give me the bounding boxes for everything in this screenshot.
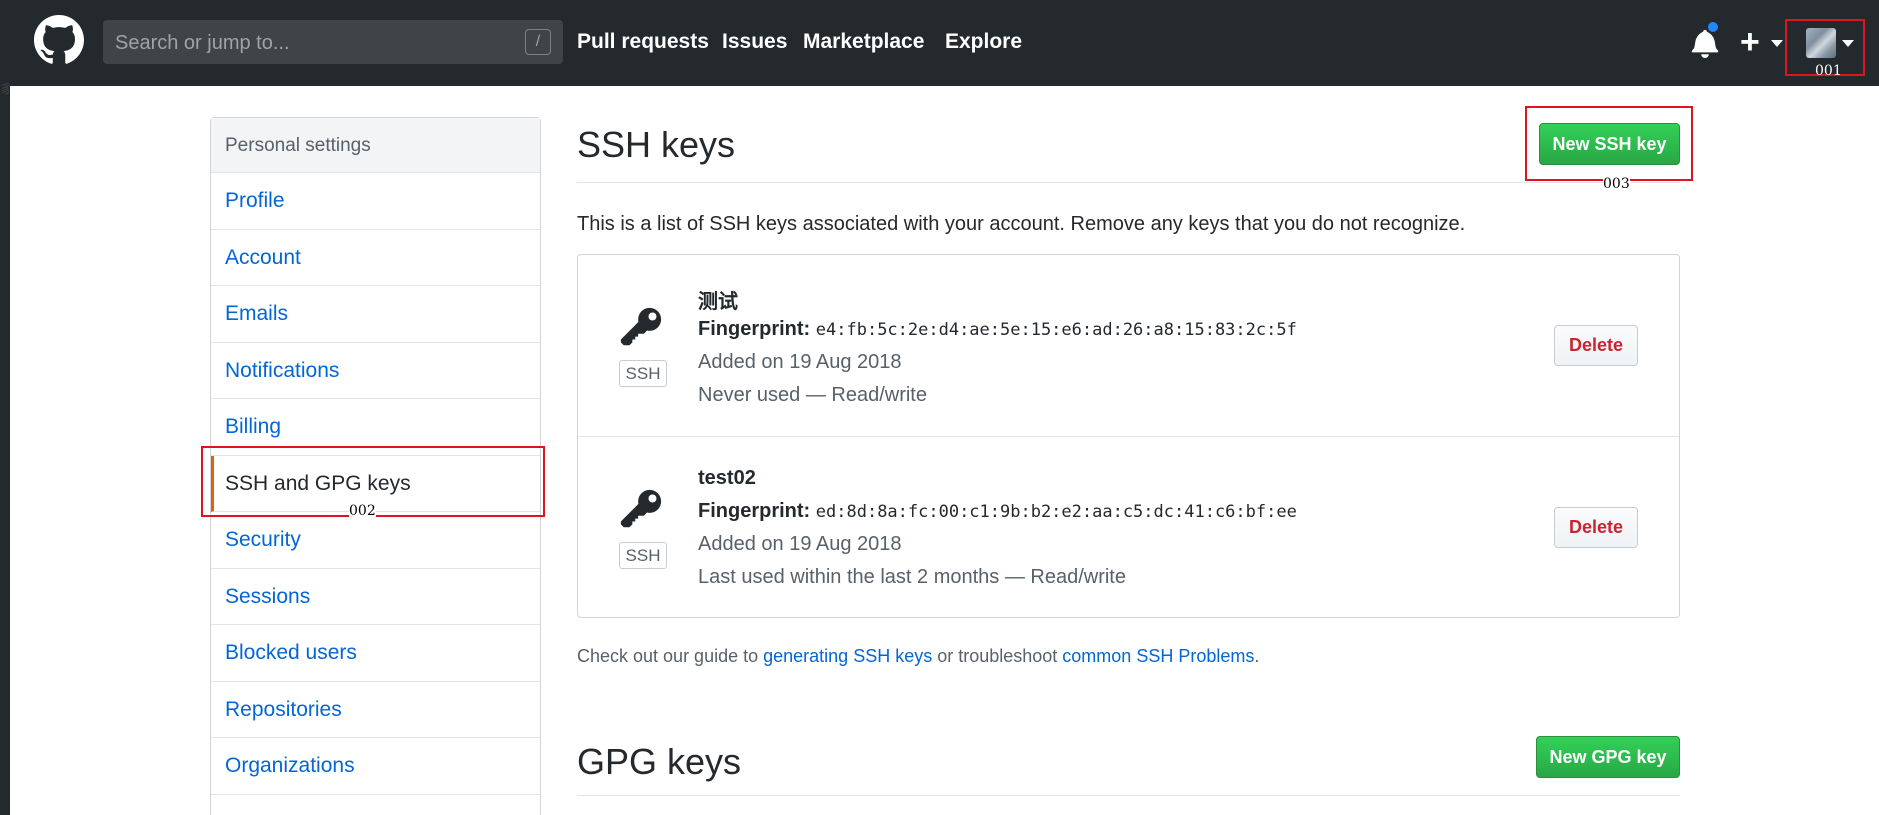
plus-icon[interactable]: + xyxy=(1740,22,1760,62)
sidebar-item-organizations[interactable]: Organizations xyxy=(211,738,540,795)
fingerprint-line: Fingerprint: e4:fb:5c:2e:d4:ae:5e:15:e6:… xyxy=(698,318,1297,341)
generating-ssh-keys-link[interactable]: generating SSH keys xyxy=(763,646,932,666)
ssh-key-title: test02 xyxy=(698,467,756,489)
fingerprint-value: ed:8d:8a:fc:00:c1:9b:b2:e2:aa:c5:dc:41:c… xyxy=(815,502,1297,522)
sidebar-item-notifications[interactable]: Notifications xyxy=(211,343,540,399)
gpg-keys-title: GPG keys xyxy=(577,741,742,782)
ssh-key-usage: Never used — Read/write xyxy=(698,384,927,406)
search-input[interactable]: Search or jump to... / xyxy=(103,20,563,64)
guide-prefix: Check out our guide to xyxy=(577,646,764,666)
top-header: Search or jump to... / Pull requests Iss… xyxy=(10,0,1879,86)
ssh-badge: SSH xyxy=(619,360,667,387)
delete-key-button[interactable]: Delete xyxy=(1554,507,1638,548)
delete-key-button[interactable]: Delete xyxy=(1554,325,1638,366)
nav-issues[interactable]: Issues xyxy=(722,30,787,54)
common-ssh-problems-link[interactable]: common SSH Problems xyxy=(1062,646,1254,666)
ssh-keys-title: SSH keys xyxy=(577,124,736,165)
nav-pull-requests[interactable]: Pull requests xyxy=(577,30,709,54)
key-icon xyxy=(620,489,662,528)
fingerprint-value: e4:fb:5c:2e:d4:ae:5e:15:e6:ad:26:a8:15:8… xyxy=(815,320,1297,340)
ssh-guide-text: Check out our guide to generating SSH ke… xyxy=(577,646,1259,667)
sidebar-item-security[interactable]: Security xyxy=(211,512,540,569)
ssh-key-row: SSH test02 Fingerprint: ed:8d:8a:fc:00:c… xyxy=(578,436,1679,617)
fingerprint-label: Fingerprint: xyxy=(698,318,811,340)
search-placeholder: Search or jump to... xyxy=(115,32,290,54)
nav-explore[interactable]: Explore xyxy=(945,30,1022,54)
sidebar-item-sessions[interactable]: Sessions xyxy=(211,569,540,625)
sidebar-item-profile[interactable]: Profile xyxy=(211,173,540,230)
sidebar-item-blocked-users[interactable]: Blocked users xyxy=(211,625,540,682)
ssh-title-divider xyxy=(577,182,1680,183)
left-window-edge xyxy=(0,0,10,815)
ssh-intro-text: This is a list of SSH keys associated wi… xyxy=(577,213,1466,235)
sidebar-item-emails[interactable]: Emails xyxy=(211,286,540,343)
annotation-box-003 xyxy=(1525,106,1693,181)
annotation-label-001: 001 xyxy=(1815,63,1842,79)
github-logo-icon[interactable] xyxy=(34,15,84,65)
guide-middle: or troubleshoot xyxy=(932,646,1063,666)
key-icon xyxy=(620,307,662,346)
chevron-down-icon[interactable] xyxy=(1771,40,1783,47)
sidebar-item-account[interactable]: Account xyxy=(211,230,540,286)
new-gpg-key-button[interactable]: New GPG key xyxy=(1536,736,1680,778)
nav-marketplace[interactable]: Marketplace xyxy=(803,30,924,54)
annotation-label-003: 003 xyxy=(1603,176,1630,192)
ssh-keys-list: SSH 测试 Fingerprint: e4:fb:5c:2e:d4:ae:5e… xyxy=(577,254,1680,618)
sidebar-heading: Personal settings xyxy=(211,118,540,173)
fingerprint-line: Fingerprint: ed:8d:8a:fc:00:c1:9b:b2:e2:… xyxy=(698,500,1297,523)
sidebar-item-repositories[interactable]: Repositories xyxy=(211,682,540,738)
guide-suffix: . xyxy=(1254,646,1260,666)
search-shortcut-key: / xyxy=(525,29,551,55)
notification-dot xyxy=(1706,20,1720,34)
gpg-title-divider xyxy=(577,795,1680,796)
ssh-key-added: Added on 19 Aug 2018 xyxy=(698,533,902,555)
fingerprint-label: Fingerprint: xyxy=(698,500,811,522)
ssh-key-added: Added on 19 Aug 2018 xyxy=(698,351,902,373)
ssh-key-row: SSH 测试 Fingerprint: e4:fb:5c:2e:d4:ae:5e… xyxy=(578,255,1679,436)
ssh-key-title: 测试 xyxy=(698,291,738,313)
ssh-badge: SSH xyxy=(619,542,667,569)
ssh-key-usage: Last used within the last 2 months — Rea… xyxy=(698,566,1126,588)
annotation-label-002: 002 xyxy=(349,503,376,519)
